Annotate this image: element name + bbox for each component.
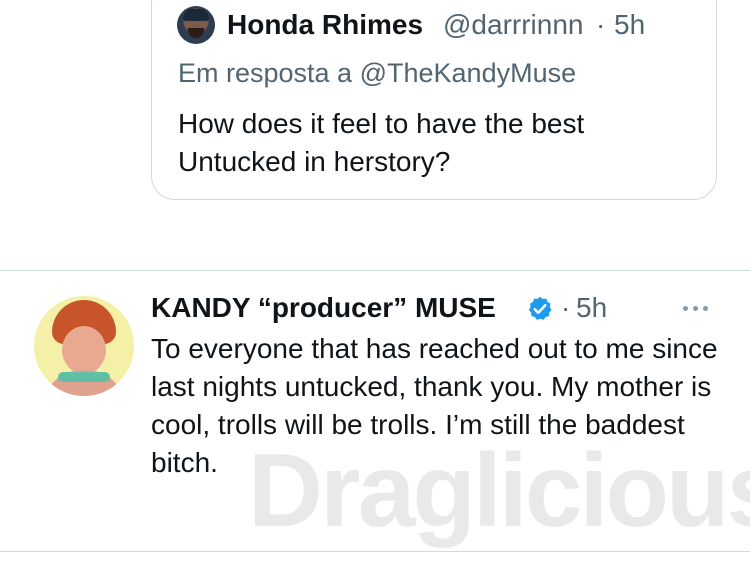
verified-badge-icon xyxy=(528,296,552,320)
quoted-timestamp[interactable]: 5h xyxy=(614,9,645,41)
author-avatar[interactable] xyxy=(34,296,134,396)
tweet-separator: · xyxy=(561,292,571,323)
tweet-divider-bottom xyxy=(0,551,750,552)
quoted-author-name[interactable]: Honda Rhimes xyxy=(227,9,423,41)
reply-context: Em resposta a @TheKandyMuse xyxy=(178,58,576,89)
reply-to-link[interactable]: @TheKandyMuse xyxy=(360,58,577,88)
quoted-separator: · xyxy=(596,9,606,40)
quoted-author-avatar[interactable] xyxy=(177,6,215,44)
tweet-divider xyxy=(0,270,750,271)
tweet-text: To everyone that has reached out to me s… xyxy=(151,333,718,478)
quoted-author-handle[interactable]: @darrrinnn xyxy=(443,9,583,41)
tweet-timestamp[interactable]: 5h xyxy=(576,292,607,324)
quoted-tweet-text: How does it feel to have the best Untuck… xyxy=(178,108,585,177)
reply-prefix: Em resposta a xyxy=(178,58,353,88)
more-options-icon[interactable] xyxy=(683,306,715,314)
author-name[interactable]: KANDY “producer” MUSE xyxy=(151,292,496,324)
